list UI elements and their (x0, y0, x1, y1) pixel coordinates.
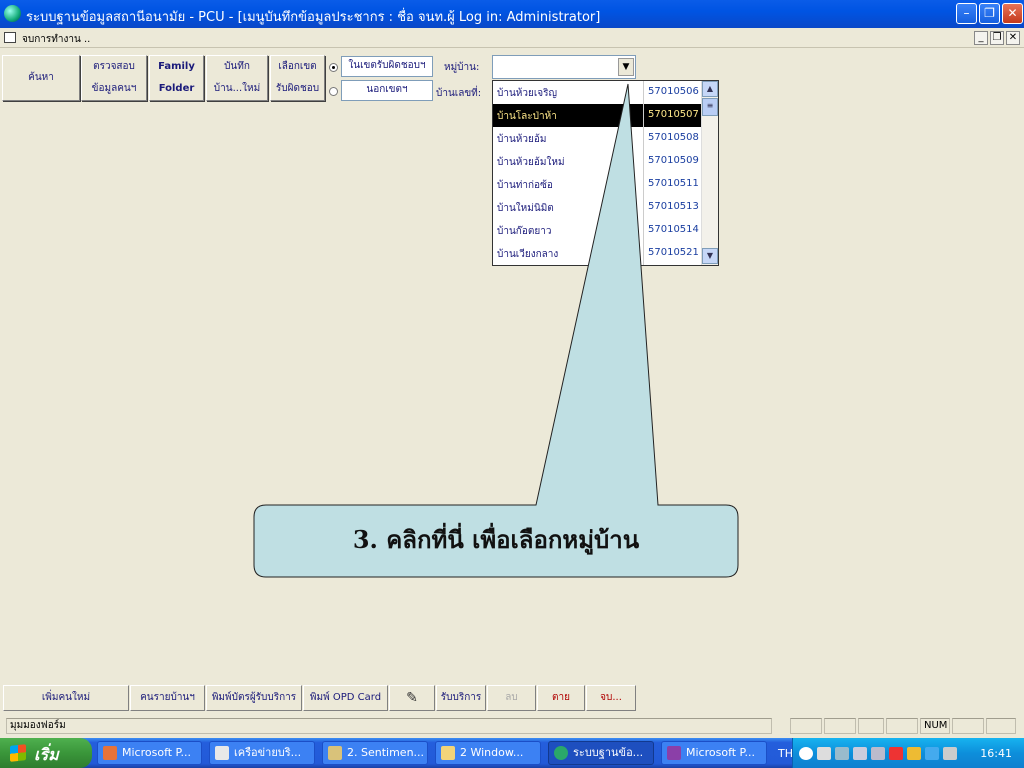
update-icon[interactable] (925, 747, 939, 760)
document-icon (328, 746, 342, 760)
battery-icon[interactable] (907, 747, 921, 760)
language-indicator[interactable]: TH (778, 747, 793, 760)
start-label: เริ่ม (34, 745, 59, 764)
folder-icon (441, 746, 455, 760)
start-button[interactable]: เริ่ม (0, 738, 92, 768)
volume-icon[interactable] (871, 747, 885, 760)
system-tray: 16:41 (792, 738, 1024, 768)
edit-record-button[interactable]: ✎ (389, 685, 435, 711)
taskbar-item[interactable]: Microsoft P... (661, 741, 767, 765)
death-label: ตาย (552, 692, 570, 703)
service-button[interactable]: รับบริการ (436, 685, 486, 711)
edit-icon: ✎ (406, 690, 418, 706)
calendar-icon[interactable] (817, 747, 831, 760)
powerpoint-icon (103, 746, 117, 760)
callout-shape (253, 83, 739, 578)
display-icon[interactable] (943, 747, 957, 760)
num-lock-indicator: NUM (920, 718, 950, 734)
taskbar-item[interactable]: เครือข่ายบริ... (209, 741, 315, 765)
delete-button: ลบ (487, 685, 536, 711)
persons-by-house-label: คนรายบ้านฯ (140, 692, 195, 703)
callout-text: 3. คลิกที่นี่ เพื่อเลือกหมู่บ้าน (352, 525, 640, 554)
taskbar-item-active[interactable]: ระบบฐานข้อ... (548, 741, 654, 765)
print-card-label: พิมพ์บัตรผู้รับบริการ (211, 692, 297, 703)
status-text: มุมมองฟอร์ม (6, 718, 772, 734)
callout-balloon (253, 83, 739, 578)
add-person-label: เพิ่มคนใหม่ (41, 692, 91, 703)
death-button[interactable]: ตาย (537, 685, 585, 711)
delete-label: ลบ (505, 692, 518, 703)
status-panel (986, 718, 1016, 734)
app-globe-icon (554, 746, 568, 760)
persons-by-house-button[interactable]: คนรายบ้านฯ (130, 685, 205, 711)
service-label: รับบริการ (440, 692, 482, 703)
end-label: จบ... (600, 692, 622, 703)
clock: 16:41 (980, 747, 1012, 760)
access-icon (667, 746, 681, 760)
print-opd-label: พิมพ์ OPD Card (309, 692, 382, 703)
status-panel (824, 718, 856, 734)
windows-logo-icon (10, 744, 26, 762)
print-card-button[interactable]: พิมพ์บัตรผู้รับบริการ (206, 685, 302, 711)
status-panel (952, 718, 984, 734)
end-button[interactable]: จบ... (586, 685, 636, 711)
taskbar-item[interactable]: 2. Sentimen... (322, 741, 428, 765)
network-icon (215, 746, 229, 760)
status-panel (790, 718, 822, 734)
monitor-icon[interactable] (853, 747, 867, 760)
status-panel (858, 718, 884, 734)
network-tray-icon[interactable] (835, 747, 849, 760)
taskbar-item[interactable]: 2 Window... (435, 741, 541, 765)
tray-arrow-icon[interactable] (799, 747, 813, 760)
print-opd-button[interactable]: พิมพ์ OPD Card (303, 685, 388, 711)
add-person-button[interactable]: เพิ่มคนใหม่ (3, 685, 129, 711)
status-bar: มุมมองฟอร์ม NUM (0, 715, 1024, 737)
taskbar-item[interactable]: Microsoft P... (97, 741, 202, 765)
status-panel (886, 718, 918, 734)
security-icon[interactable] (889, 747, 903, 760)
